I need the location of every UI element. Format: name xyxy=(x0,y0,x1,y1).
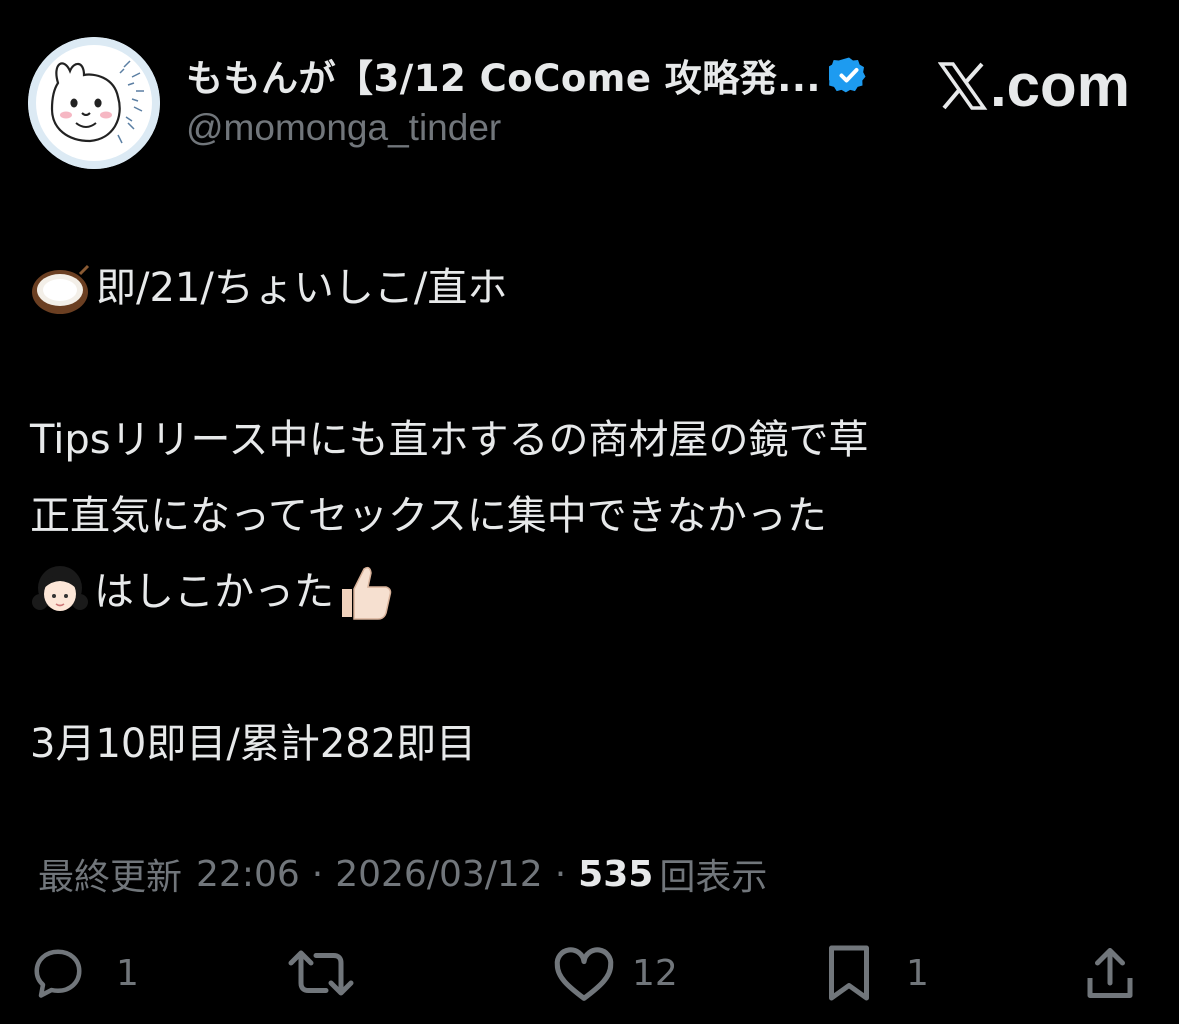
separator-dot: · xyxy=(311,853,324,895)
action-bar: 1 12 1 xyxy=(28,940,1148,1010)
user-handle[interactable]: @momonga_tinder xyxy=(186,107,501,149)
bookmark-count: 1 xyxy=(906,952,929,994)
tweet-line-2-text: Tipsリリース中にも直ホするの商材屋の鏡で草 xyxy=(30,417,869,463)
separator-dot: · xyxy=(554,853,567,895)
coconut-icon xyxy=(32,264,90,314)
views-label: 回表示 xyxy=(659,857,768,898)
reply-count: 1 xyxy=(116,952,139,994)
tweet-date[interactable]: 2026/03/12 xyxy=(335,854,543,895)
thumbs-up-icon xyxy=(342,566,392,620)
bookmark-icon xyxy=(829,945,869,1001)
tweet-line-5: 3月10即目/累計282即目 xyxy=(30,706,1150,782)
tweet-line-3: 正直気になってセックスに集中できなかった xyxy=(30,478,1150,554)
tweet-line-1-text: 即/21/ちょいしこ/直ホ xyxy=(96,265,508,311)
display-name[interactable]: ももんが【3/12 CoCome 攻略発... xyxy=(186,48,821,102)
site-label: .com xyxy=(989,52,1130,119)
update-label: 最終更新 xyxy=(38,857,183,898)
retweet-button[interactable] xyxy=(286,940,356,1006)
tweet-time[interactable]: 22:06 xyxy=(196,854,300,895)
like-count: 12 xyxy=(632,952,678,994)
tweet-line-1: 即/21/ちょいしこ/直ホ xyxy=(30,250,1150,326)
tweet-body: 即/21/ちょいしこ/直ホ Tipsリリース中にも直ホするの商材屋の鏡で草 正直… xyxy=(30,250,1150,782)
tweet-line-4-text: はしこかった xyxy=(94,569,334,615)
verified-badge-icon xyxy=(828,57,866,93)
name-line: ももんが【3/12 CoCome 攻略発... xyxy=(186,49,869,101)
tweet-header: ももんが【3/12 CoCome 攻略発... @momonga_tinder … xyxy=(28,37,1158,171)
momonga-avatar-icon xyxy=(28,37,160,169)
share-button[interactable] xyxy=(1082,940,1138,1006)
tweet-line-5-text: 3月10即目/累計282即目 xyxy=(30,721,477,767)
reply-icon xyxy=(34,949,82,998)
girl-icon xyxy=(32,566,88,611)
tweet-line-3-text: 正直気になってセックスに集中できなかった xyxy=(30,493,827,539)
heart-icon xyxy=(554,947,614,1001)
retweet-icon xyxy=(288,950,354,996)
like-button[interactable]: 12 xyxy=(552,940,678,1006)
x-logo-icon xyxy=(937,61,988,110)
views-count: 535 xyxy=(578,853,654,895)
tweet-meta: 最終更新 22:06 · 2026/03/12 · 535 回表示 xyxy=(38,848,767,900)
share-icon xyxy=(1087,948,1133,998)
reply-button[interactable]: 1 xyxy=(28,940,139,1006)
avatar[interactable] xyxy=(28,37,160,169)
tweet-line-2: Tipsリリース中にも直ホするの商材屋の鏡で草 xyxy=(30,402,1150,478)
site-logo: .com xyxy=(937,51,1130,120)
tweet-line-4: はしこかった xyxy=(30,554,1150,630)
bookmark-button[interactable]: 1 xyxy=(822,940,929,1006)
